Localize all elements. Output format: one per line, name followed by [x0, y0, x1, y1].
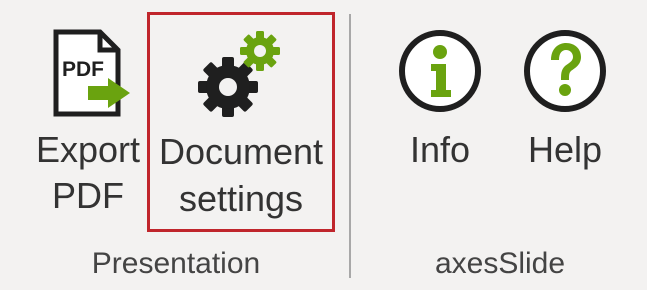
pdf-icon-text: PDF — [62, 58, 104, 81]
export-pdf-label-line2: PDF — [52, 175, 124, 216]
info-icon — [397, 28, 483, 114]
export-pdf-label-line1: Export — [35, 129, 141, 170]
help-label: Help — [527, 129, 603, 170]
document-settings-button[interactable]: Document settings — [147, 12, 335, 232]
pdf-export-icon: PDF — [50, 28, 134, 122]
export-pdf-button[interactable]: PDF Export PDF — [30, 10, 146, 228]
group-separator — [349, 14, 351, 278]
group-label-axesslide: axesSlide — [434, 247, 566, 280]
document-settings-label-line2: settings — [178, 178, 304, 219]
info-label: Info — [409, 129, 471, 170]
help-icon — [522, 28, 608, 114]
help-button[interactable]: Help — [515, 10, 615, 210]
gears-icon — [198, 27, 284, 127]
group-label-presentation: Presentation — [91, 247, 261, 280]
info-button[interactable]: Info — [390, 10, 490, 210]
document-settings-label-line1: Document — [158, 131, 324, 172]
